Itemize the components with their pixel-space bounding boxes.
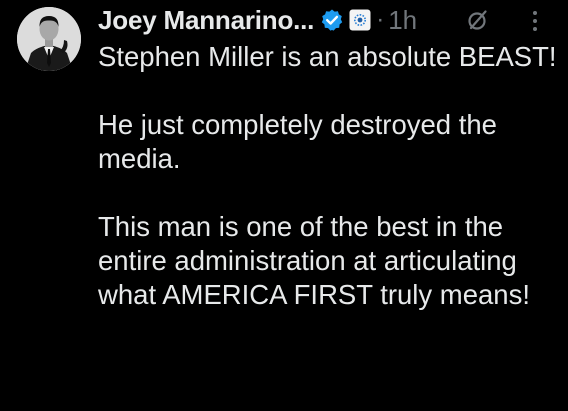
post-timestamp[interactable]: 1h — [388, 5, 417, 36]
verified-badge-icon — [320, 8, 344, 32]
separator-dot: · — [376, 6, 385, 33]
author-name[interactable]: Joey Mannarino... — [98, 5, 314, 36]
avatar-photo — [17, 7, 81, 71]
grok-icon[interactable] — [466, 8, 490, 32]
tweet[interactable]: Joey Mannarino... · 1h Stephen Miller is… — [0, 0, 568, 411]
post-header: Joey Mannarino... · 1h — [98, 3, 568, 37]
post-paragraph: This man is one of the best in the entir… — [98, 211, 530, 310]
affiliate-badge-icon[interactable] — [349, 9, 371, 31]
avatar[interactable] — [17, 7, 81, 71]
post-text: Stephen Miller is an absolute BEAST! He … — [98, 40, 558, 312]
more-options-icon[interactable] — [528, 9, 542, 33]
post-paragraph: He just completely destroyed the media. — [98, 109, 497, 174]
post-paragraph: Stephen Miller is an absolute BEAST! — [98, 41, 557, 72]
